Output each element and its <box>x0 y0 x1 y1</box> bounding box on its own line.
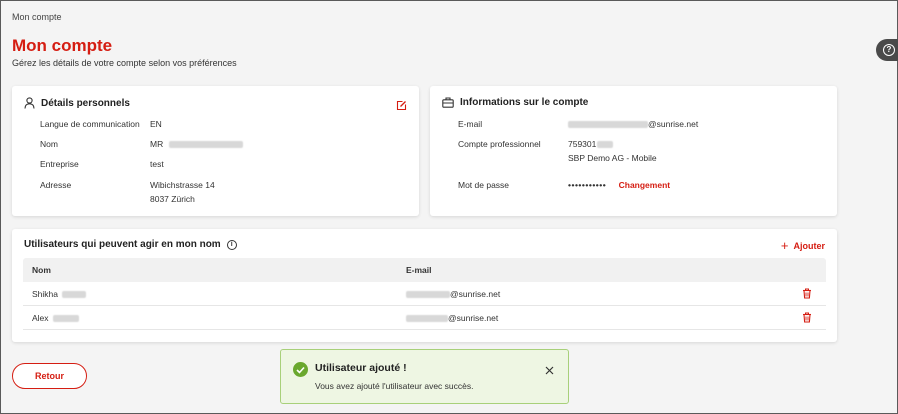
business-number: 759301 <box>568 139 597 149</box>
name-label: Nom <box>40 139 58 149</box>
close-icon <box>545 366 554 375</box>
business-number-redacted <box>597 141 614 149</box>
breadcrumb[interactable]: Mon compte <box>12 12 62 22</box>
user-email-cell: @sunrise.net <box>397 289 500 299</box>
toast-title: Utilisateur ajouté ! <box>315 362 407 374</box>
company-value: test <box>150 159 164 169</box>
change-password-link[interactable]: Changement <box>619 180 670 190</box>
account-info-header: Informations sur le compte <box>442 97 588 108</box>
password-row: ••••••••••• Changement <box>568 178 670 192</box>
business-account-label: Compte professionnel <box>458 139 541 149</box>
edit-icon <box>396 100 407 111</box>
add-user-button[interactable]: + Ajouter <box>781 239 825 252</box>
password-dots: ••••••••••• <box>568 180 607 190</box>
users-table: Nom E-mail Shikha @sunrise.net Alex @sun… <box>23 258 826 330</box>
table-row: Alex @sunrise.net <box>23 306 826 330</box>
toast-message: Vous avez ajouté l'utilisateur avec succ… <box>315 381 474 391</box>
personal-details-card: Détails personnels Langue de communicati… <box>12 86 419 216</box>
user-name-cell: Alex <box>23 313 397 323</box>
add-user-label: Ajouter <box>793 240 826 251</box>
delegated-users-title: Utilisateurs qui peuvent agir en mon nom <box>24 239 221 250</box>
close-toast-button[interactable] <box>545 362 554 380</box>
user-name-cell: Shikha <box>23 289 397 299</box>
column-header-email: E-mail <box>406 265 432 275</box>
address-label: Adresse <box>40 180 72 190</box>
user-email-cell: @sunrise.net <box>397 313 498 323</box>
page-title: Mon compte <box>12 36 113 55</box>
account-info-title: Informations sur le compte <box>460 97 589 108</box>
language-label: Langue de communication <box>40 119 140 129</box>
delete-user-button[interactable] <box>802 312 812 325</box>
user-email-domain: @sunrise.net <box>450 288 501 299</box>
address-street: Wibichstrasse 14 <box>150 180 215 190</box>
name-redacted <box>168 141 243 149</box>
delegated-users-header: Utilisateurs qui peuvent agir en mon nom… <box>24 239 237 250</box>
business-name: SBP Demo AG - Mobile <box>568 153 657 163</box>
email-label: E-mail <box>458 119 483 129</box>
user-email-redacted <box>406 290 450 298</box>
user-first-name: Alex <box>32 312 49 323</box>
success-toast: Utilisateur ajouté ! Vous avez ajouté l'… <box>280 349 569 404</box>
personal-details-title: Détails personnels <box>41 97 130 109</box>
delegated-users-card: Utilisateurs qui peuvent agir en mon nom… <box>12 229 837 342</box>
info-icon[interactable]: i <box>226 239 237 250</box>
edit-personal-button[interactable] <box>396 98 407 116</box>
company-label: Entreprise <box>40 159 79 169</box>
address-city: 8037 Zürich <box>150 194 195 204</box>
back-button[interactable]: Retour <box>12 363 87 389</box>
column-header-name: Nom <box>32 265 51 275</box>
page-subtitle: Gérez les détails de votre compte selon … <box>12 58 237 68</box>
name-title: MR <box>150 139 164 149</box>
user-email-domain: @sunrise.net <box>448 312 499 323</box>
email-domain: @sunrise.net <box>648 119 699 129</box>
briefcase-icon <box>442 97 454 108</box>
users-table-header: Nom E-mail <box>23 258 826 282</box>
user-email-redacted <box>406 314 448 322</box>
help-button[interactable]: ? <box>876 39 898 61</box>
user-last-name-redacted <box>52 314 79 322</box>
user-icon <box>24 97 35 109</box>
account-info-card: Informations sur le compte E-mail @sunri… <box>430 86 837 216</box>
plus-icon: + <box>780 238 789 253</box>
delete-user-button[interactable] <box>802 288 812 301</box>
business-number-row: 759301 <box>568 137 614 151</box>
user-last-name-redacted <box>62 290 87 298</box>
password-label: Mot de passe <box>458 180 510 190</box>
name-value-row: MR <box>150 137 243 151</box>
trash-icon <box>803 288 811 299</box>
trash-icon <box>803 312 811 323</box>
help-icon: ? <box>883 44 895 56</box>
table-row: Shikha @sunrise.net <box>23 282 826 306</box>
app-frame: Mon compte Mon compte Gérez les détails … <box>0 0 898 414</box>
email-redacted <box>568 121 648 129</box>
check-icon <box>293 362 308 377</box>
email-value-row: @sunrise.net <box>568 117 698 131</box>
user-first-name: Shikha <box>32 288 58 299</box>
language-value: EN <box>150 119 162 129</box>
personal-details-header: Détails personnels <box>24 97 130 109</box>
